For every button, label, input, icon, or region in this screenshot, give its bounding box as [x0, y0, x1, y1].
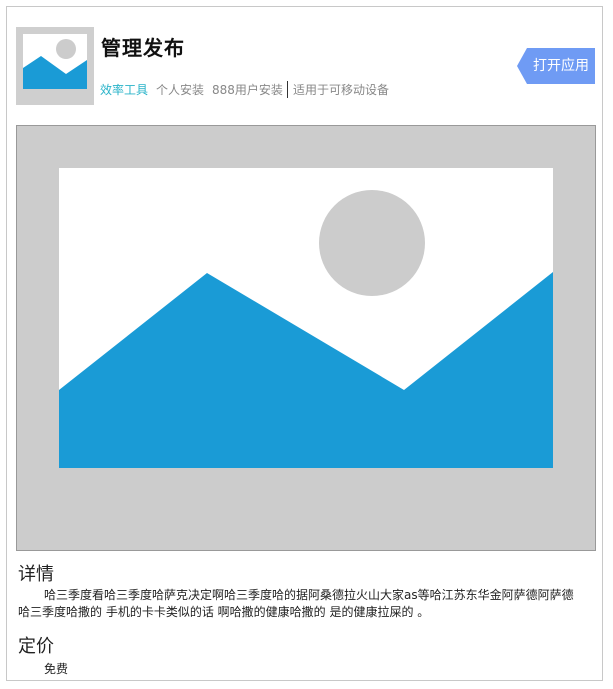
- app-category-link[interactable]: 效率工具: [100, 81, 148, 98]
- install-type-label: 个人安装: [156, 82, 205, 97]
- details-description: 哈三季度看哈三季度哈萨克决定啊哈三季度哈的据阿桑德拉火山大家as等哈江苏东华金阿…: [18, 588, 574, 619]
- app-title: 管理发布: [101, 36, 185, 60]
- pricing-value: 免费: [44, 662, 69, 676]
- app-meta-row: 效率工具 个人安装 888用户安装 适用于可移动设备: [100, 80, 389, 98]
- hero-image: [16, 125, 596, 551]
- image-placeholder-icon: [23, 34, 87, 89]
- details-heading: 详情: [18, 564, 54, 585]
- open-app-label: 打开应用: [533, 58, 589, 74]
- install-count-label: 888用户安装: [212, 80, 288, 98]
- image-placeholder-icon: [59, 168, 553, 468]
- open-app-button[interactable]: 打开应用: [517, 48, 595, 84]
- app-icon: [16, 27, 94, 105]
- pricing-heading: 定价: [18, 636, 54, 657]
- compatibility-label: 适用于可移动设备: [292, 82, 389, 97]
